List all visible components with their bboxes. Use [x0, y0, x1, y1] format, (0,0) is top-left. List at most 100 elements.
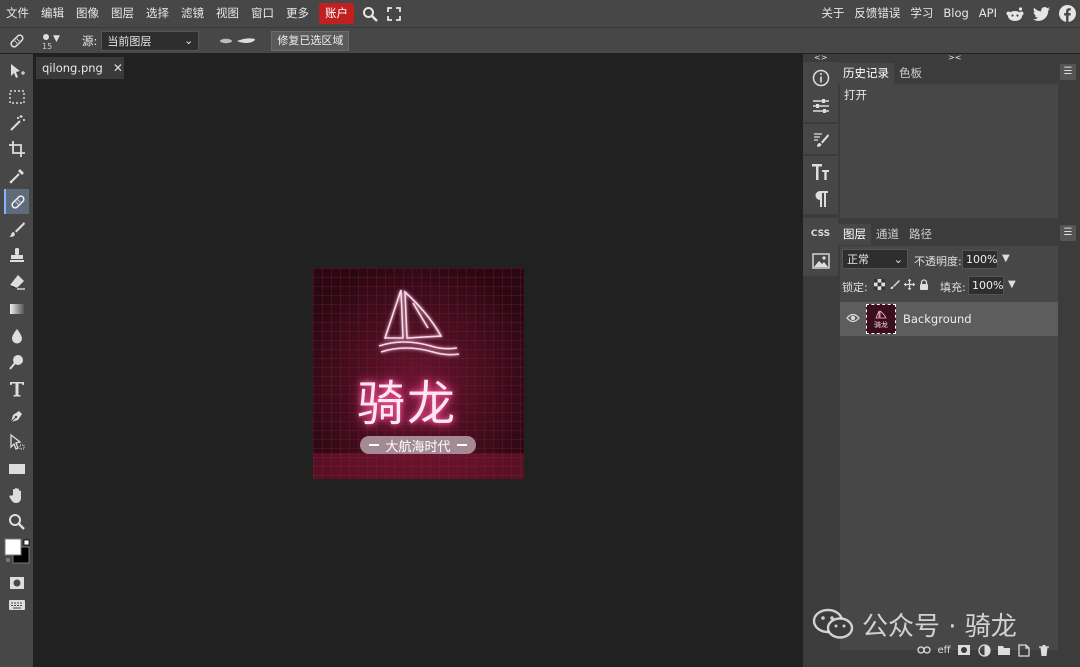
- eye-icon[interactable]: [846, 313, 860, 326]
- brush-settings-icon[interactable]: [805, 126, 836, 153]
- layers-panel-menu-icon[interactable]: ☰: [1060, 225, 1076, 241]
- tab-history[interactable]: 历史记录: [838, 63, 894, 84]
- image-title-text: 骑龙: [357, 376, 458, 432]
- effects-icon[interactable]: eff: [936, 642, 952, 658]
- menu-about[interactable]: 关于: [816, 0, 849, 27]
- menu-layer[interactable]: 图层: [105, 0, 140, 27]
- zoom-tool-icon[interactable]: [4, 509, 29, 534]
- eyedropper-tool-icon[interactable]: [4, 163, 29, 188]
- blur-tool-icon[interactable]: [4, 323, 29, 348]
- layers-footer: eff: [916, 642, 1052, 658]
- close-icon[interactable]: ✕: [113, 61, 123, 75]
- rectangle-tool-icon[interactable]: [4, 456, 29, 481]
- color-swatches[interactable]: [4, 538, 32, 568]
- hand-tool-icon[interactable]: [4, 482, 29, 507]
- facebook-icon[interactable]: [1054, 0, 1080, 27]
- collapse-arrows-icon[interactable]: <>: [814, 53, 827, 62]
- path-select-tool-icon[interactable]: [4, 429, 29, 454]
- side-group-4: CSS: [803, 218, 838, 276]
- magic-wand-tool-icon[interactable]: [4, 110, 29, 135]
- brush-size-picker[interactable]: 15 ▼: [34, 28, 64, 54]
- marquee-tool-icon[interactable]: [4, 84, 29, 109]
- tab-layers[interactable]: 图层: [838, 224, 871, 245]
- lock-position-icon[interactable]: [904, 279, 915, 293]
- menu-window[interactable]: 窗口: [245, 0, 280, 27]
- paragraph-icon[interactable]: [805, 185, 836, 212]
- document-tab-label: qilong.png: [42, 61, 103, 75]
- info-icon[interactable]: [805, 64, 836, 91]
- source-select-value: 当前图层: [107, 34, 152, 48]
- new-layer-icon[interactable]: [1016, 642, 1032, 658]
- healing-brush-tool-icon[interactable]: [4, 189, 29, 214]
- fill-dropdown-icon[interactable]: ▼: [1008, 279, 1016, 290]
- link-icon[interactable]: [916, 642, 932, 658]
- document-tab[interactable]: qilong.png ✕: [36, 57, 124, 79]
- mask-icon[interactable]: [956, 642, 972, 658]
- trash-icon[interactable]: [1036, 642, 1052, 658]
- lock-all-icon[interactable]: [919, 279, 929, 293]
- css-icon[interactable]: CSS: [805, 220, 836, 247]
- history-item-open[interactable]: 打开: [840, 84, 1058, 106]
- chevron-down-icon: ▼: [53, 33, 60, 44]
- move-tool-icon[interactable]: [4, 58, 29, 83]
- tab-channels[interactable]: 通道: [871, 224, 904, 245]
- menu-bar: 文件 编辑 图像 图层 选择 滤镜 视图 窗口 更多 账户 关于 反馈错误 学习…: [0, 0, 1080, 27]
- menu-report-bug[interactable]: 反馈错误: [849, 0, 905, 27]
- wechat-icon: [812, 608, 854, 639]
- source-select[interactable]: 当前图层 ⌄: [101, 30, 200, 51]
- brush-tool-icon[interactable]: [4, 216, 29, 241]
- menu-filter[interactable]: 滤镜: [175, 0, 210, 27]
- menu-account[interactable]: 账户: [319, 3, 354, 24]
- twitter-icon[interactable]: [1028, 0, 1054, 27]
- panel-icon-strip: <> CSS: [803, 53, 838, 667]
- watermark-text: 公众号 · 骑龙: [862, 611, 1017, 642]
- layers-panel-tabs: 图层 通道 路径: [838, 223, 1060, 245]
- sliders-icon[interactable]: [805, 92, 836, 119]
- menu-image[interactable]: 图像: [70, 0, 105, 27]
- canvas-image[interactable]: 骑龙 大航海时代: [313, 268, 524, 479]
- opacity-input[interactable]: 100%: [962, 250, 998, 269]
- tab-paths[interactable]: 路径: [904, 224, 937, 245]
- character-icon[interactable]: [805, 158, 836, 185]
- fullscreen-icon[interactable]: [382, 0, 406, 27]
- opacity-label: 不透明度:: [914, 255, 962, 268]
- menu-view[interactable]: 视图: [210, 0, 245, 27]
- history-panel-menu-icon[interactable]: ☰: [1060, 64, 1076, 80]
- lock-pixels-icon[interactable]: [889, 279, 900, 293]
- adjustment-icon[interactable]: [976, 642, 992, 658]
- expand-arrows-icon[interactable]: ><: [948, 53, 961, 62]
- text-tool-icon[interactable]: [4, 376, 29, 401]
- opacity-dropdown-icon[interactable]: ▼: [1002, 253, 1010, 264]
- menu-more[interactable]: 更多: [280, 0, 315, 27]
- menu-api[interactable]: API: [974, 0, 1002, 27]
- canvas-area[interactable]: 骑龙 大航海时代: [33, 80, 803, 667]
- image-icon[interactable]: [805, 247, 836, 274]
- menu-select[interactable]: 选择: [140, 0, 175, 27]
- lock-transparency-icon[interactable]: [874, 279, 885, 293]
- folder-icon[interactable]: [996, 642, 1012, 658]
- reddit-icon[interactable]: [1002, 0, 1028, 27]
- menu-blog[interactable]: Blog: [938, 0, 973, 27]
- brush-stroke-icons[interactable]: [217, 31, 257, 51]
- image-subtitle-pill: 大航海时代: [360, 436, 476, 455]
- tab-swatches[interactable]: 色板: [894, 63, 927, 84]
- dodge-tool-icon[interactable]: [4, 349, 29, 374]
- image-subtitle-text: 大航海时代: [385, 439, 451, 455]
- menu-file[interactable]: 文件: [0, 0, 35, 27]
- repair-selection-button[interactable]: 修复已选区域: [271, 30, 350, 51]
- stamp-tool-icon[interactable]: [4, 242, 29, 267]
- layer-row-background[interactable]: 骑龙 Background: [840, 302, 1058, 336]
- gradient-tool-icon[interactable]: [4, 296, 29, 321]
- menu-edit[interactable]: 编辑: [35, 0, 70, 27]
- pen-tool-icon[interactable]: [4, 403, 29, 428]
- blend-mode-select[interactable]: 正常 ⌄: [842, 249, 908, 269]
- keyboard-icon[interactable]: [4, 592, 29, 617]
- crop-tool-icon[interactable]: [4, 136, 29, 161]
- fill-input[interactable]: 100%: [968, 276, 1004, 295]
- side-group-1: [803, 62, 838, 122]
- right-panels: >< 历史记录 色板 ☰ 打开 图层 通道 路径 ☰ 正常 ⌄ 不透明度: 10…: [838, 53, 1080, 667]
- search-icon[interactable]: [358, 0, 382, 27]
- eraser-tool-icon[interactable]: [4, 269, 29, 294]
- document-tab-bar: qilong.png ✕: [33, 54, 803, 80]
- menu-learn[interactable]: 学习: [905, 0, 938, 27]
